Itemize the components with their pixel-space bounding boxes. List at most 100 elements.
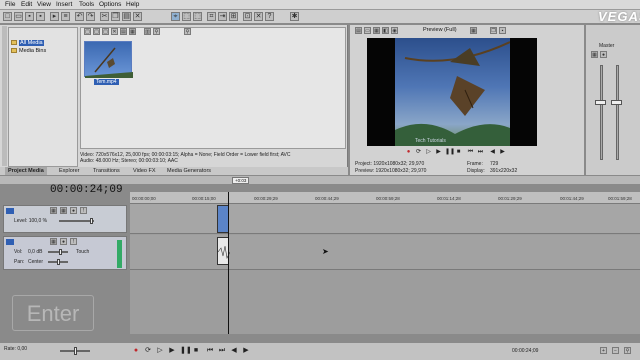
level-slider-track[interactable] <box>59 220 94 222</box>
stop-icon[interactable]: ■ <box>455 149 462 156</box>
master-fader-handle[interactable] <box>611 100 622 105</box>
get-media-icon[interactable]: ▢ <box>102 28 109 35</box>
media-thumbnail-label[interactable]: Tem.mp4 <box>94 79 119 85</box>
master-fx-icon[interactable]: ▦ <box>591 51 598 58</box>
paste-icon[interactable]: ▤ <box>122 12 131 21</box>
tab-video-fx[interactable]: Video FX <box>130 167 159 175</box>
snapping-icon[interactable]: ⌗ <box>207 12 216 21</box>
menu-edit[interactable]: Edit <box>21 1 32 8</box>
ignore-grouping-icon[interactable]: ⊡ <box>243 12 252 21</box>
media-fx-icon[interactable]: ▦ <box>129 28 136 35</box>
record-icon[interactable]: ● <box>132 347 140 355</box>
tree-node-all-media[interactable]: All Media <box>19 40 44 46</box>
selection-tool-icon[interactable]: ⬚ <box>193 12 202 21</box>
track-solo-icon[interactable]: ! <box>80 207 87 214</box>
open-icon[interactable]: ▭ <box>14 12 23 21</box>
audio-track-lane[interactable] <box>130 235 640 270</box>
envelope-tool-icon[interactable]: ⬚ <box>182 12 191 21</box>
menu-help[interactable]: Help <box>126 1 139 8</box>
search-icon[interactable]: ⚲ <box>184 28 191 35</box>
play-icon[interactable]: ▶ <box>435 149 442 156</box>
delete-icon[interactable]: ✕ <box>133 12 142 21</box>
zoom-tool-icon[interactable]: ⚲ <box>624 347 631 354</box>
record-icon[interactable]: ● <box>405 149 412 156</box>
vol-slider-track[interactable] <box>48 251 68 253</box>
track-fx-icon[interactable]: ▦ <box>60 207 67 214</box>
next-frame-icon[interactable]: ▶ <box>499 149 506 156</box>
undo-icon[interactable]: ↶ <box>75 12 84 21</box>
master-fader-handle[interactable] <box>595 100 606 105</box>
panel-grip[interactable] <box>2 26 7 166</box>
whats-this-icon[interactable]: ✱ <box>290 12 299 21</box>
timeline-tracks[interactable] <box>130 204 640 334</box>
loop-icon[interactable]: ⟳ <box>415 149 422 156</box>
split-screen-icon[interactable]: ◧ <box>382 27 389 34</box>
pause-icon[interactable]: ❚❚ <box>445 149 455 156</box>
audio-mute-icon[interactable]: ● <box>60 238 67 245</box>
video-track-lane[interactable] <box>130 204 640 234</box>
properties-icon[interactable]: ≡ <box>61 12 70 21</box>
pause-icon[interactable]: ❚❚ <box>180 347 192 355</box>
save-snapshot-icon[interactable]: ▪ <box>499 27 506 34</box>
timeline-ruler[interactable]: 00:00:00;00 00:00:15;00 00:00:29;29 00:0… <box>130 192 640 204</box>
master-fader-left[interactable] <box>600 65 603 160</box>
go-to-start-icon[interactable]: ⏮ <box>206 347 214 355</box>
menu-file[interactable]: File <box>5 1 15 8</box>
menu-tools[interactable]: Tools <box>79 1 94 8</box>
tab-transitions[interactable]: Transitions <box>90 167 123 175</box>
preview-quality-select[interactable]: Preview (Full) <box>423 27 457 33</box>
audio-fx-icon[interactable]: ▦ <box>50 238 57 245</box>
overlays-icon[interactable]: ▦ <box>470 27 477 34</box>
online-help-icon[interactable]: ? <box>265 12 274 21</box>
menu-insert[interactable]: Insert <box>56 1 72 8</box>
go-to-end-icon[interactable]: ⏭ <box>477 149 484 156</box>
render-icon[interactable]: ▸ <box>50 12 59 21</box>
save-icon[interactable]: ▪ <box>25 12 34 21</box>
import-media-icon[interactable]: ▢ <box>84 28 91 35</box>
tab-media-generators[interactable]: Media Generators <box>164 167 214 175</box>
next-frame-icon[interactable]: ▶ <box>242 347 250 355</box>
menu-options[interactable]: Options <box>99 1 121 8</box>
track-mute-icon[interactable]: ● <box>70 207 77 214</box>
preview-properties-icon[interactable]: ▤ <box>355 27 362 34</box>
video-fx-icon[interactable]: ▦ <box>373 27 380 34</box>
tab-explorer[interactable]: Explorer <box>56 167 82 175</box>
tab-project-media[interactable]: Project Media <box>5 167 47 175</box>
audio-track-header[interactable]: ▦ ● ! Vol: 0,0 dB Touch Pan: Center <box>3 236 127 270</box>
audio-solo-icon[interactable]: ! <box>70 238 77 245</box>
auto-ripple-icon[interactable]: ⇥ <box>218 12 227 21</box>
zoom-out-icon[interactable]: − <box>612 347 619 354</box>
save-as-icon[interactable]: ▪ <box>36 12 45 21</box>
region-marker[interactable]: +0:03 <box>232 177 250 184</box>
vol-slider-handle[interactable] <box>59 249 62 255</box>
remove-media-icon[interactable]: ✕ <box>111 28 118 35</box>
rate-slider-handle[interactable] <box>74 347 77 355</box>
copy-snapshot-icon[interactable]: ❐ <box>490 27 497 34</box>
search-media-icon[interactable]: ⚲ <box>153 28 160 35</box>
go-to-end-icon[interactable]: ⏭ <box>218 347 226 355</box>
media-properties-icon[interactable]: ▤ <box>120 28 127 35</box>
lock-envelopes-icon[interactable]: ⊞ <box>229 12 238 21</box>
views-icon[interactable]: ▥ <box>144 28 151 35</box>
normal-edit-tool-icon[interactable]: ⌖ <box>171 12 180 21</box>
preview-quality-icon[interactable]: ◉ <box>391 27 398 34</box>
track-motion-icon[interactable]: ▦ <box>50 207 57 214</box>
new-project-icon[interactable]: □ <box>3 12 12 21</box>
media-thumbnail[interactable] <box>84 41 133 78</box>
zoom-in-icon[interactable]: + <box>600 347 607 354</box>
touch-mode[interactable]: Touch <box>76 249 89 255</box>
tree-node-media-bins[interactable]: Media Bins <box>19 48 46 54</box>
timeline-cursor[interactable] <box>228 192 229 334</box>
previous-frame-icon[interactable]: ◀ <box>489 149 496 156</box>
go-to-start-icon[interactable]: ⏮ <box>467 149 474 156</box>
play-from-start-icon[interactable]: ▷ <box>156 347 164 355</box>
previous-frame-icon[interactable]: ◀ <box>230 347 238 355</box>
capture-icon[interactable]: ▢ <box>93 28 100 35</box>
crossfades-icon[interactable]: ✕ <box>254 12 263 21</box>
play-from-start-icon[interactable]: ▷ <box>425 149 432 156</box>
stop-icon[interactable]: ■ <box>192 347 200 355</box>
level-slider-handle[interactable] <box>90 218 93 224</box>
play-icon[interactable]: ▶ <box>168 347 176 355</box>
video-track-header[interactable]: ▦ ▦ ● ! Level: 100,0 % <box>3 205 127 233</box>
menu-view[interactable]: View <box>37 1 51 8</box>
